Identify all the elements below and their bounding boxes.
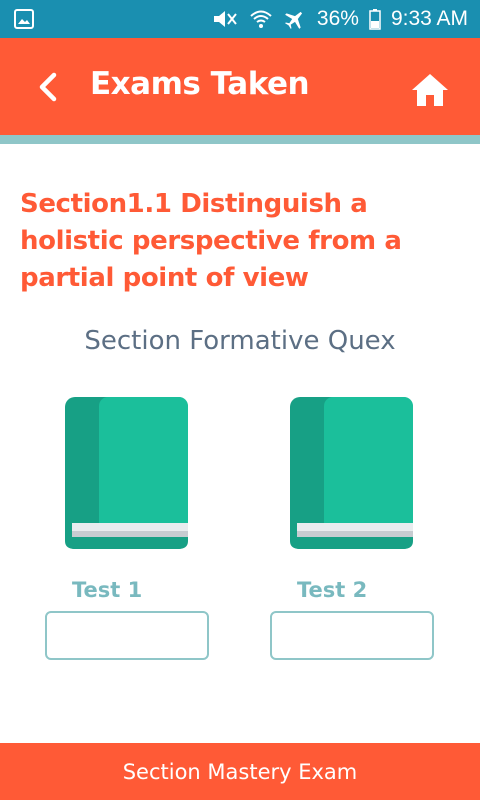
page-title: Exams Taken bbox=[90, 66, 310, 102]
wifi-icon bbox=[249, 8, 273, 30]
mute-icon bbox=[211, 8, 239, 30]
clock: 9:33 AM bbox=[390, 7, 468, 30]
app-bar: Exams Taken bbox=[0, 38, 480, 135]
back-arrow-icon[interactable] bbox=[34, 72, 62, 102]
gallery-notification-icon bbox=[14, 9, 34, 33]
section-mastery-exam-button[interactable]: Section Mastery Exam bbox=[0, 743, 480, 800]
home-icon[interactable] bbox=[410, 72, 450, 108]
test-label: Test 1 bbox=[72, 578, 143, 602]
status-icons: 36% 9:33 AM bbox=[211, 0, 468, 38]
section-subtitle: Section Formative Quex bbox=[84, 326, 396, 356]
airplane-mode-icon bbox=[283, 8, 307, 30]
test-score-field[interactable] bbox=[45, 611, 209, 660]
test-card-1: Test 1 bbox=[43, 397, 213, 667]
test-card-2: Test 2 bbox=[268, 397, 438, 667]
status-bar: 36% 9:33 AM bbox=[0, 0, 480, 38]
book-icon[interactable] bbox=[290, 397, 415, 550]
battery-icon bbox=[369, 8, 381, 30]
battery-percent: 36% bbox=[316, 7, 359, 30]
section-title: Section1.1 Distinguish a holistic perspe… bbox=[20, 189, 402, 293]
app-bar-divider bbox=[0, 135, 480, 144]
test-label: Test 2 bbox=[297, 578, 368, 602]
book-icon[interactable] bbox=[65, 397, 190, 550]
test-score-field[interactable] bbox=[270, 611, 434, 660]
